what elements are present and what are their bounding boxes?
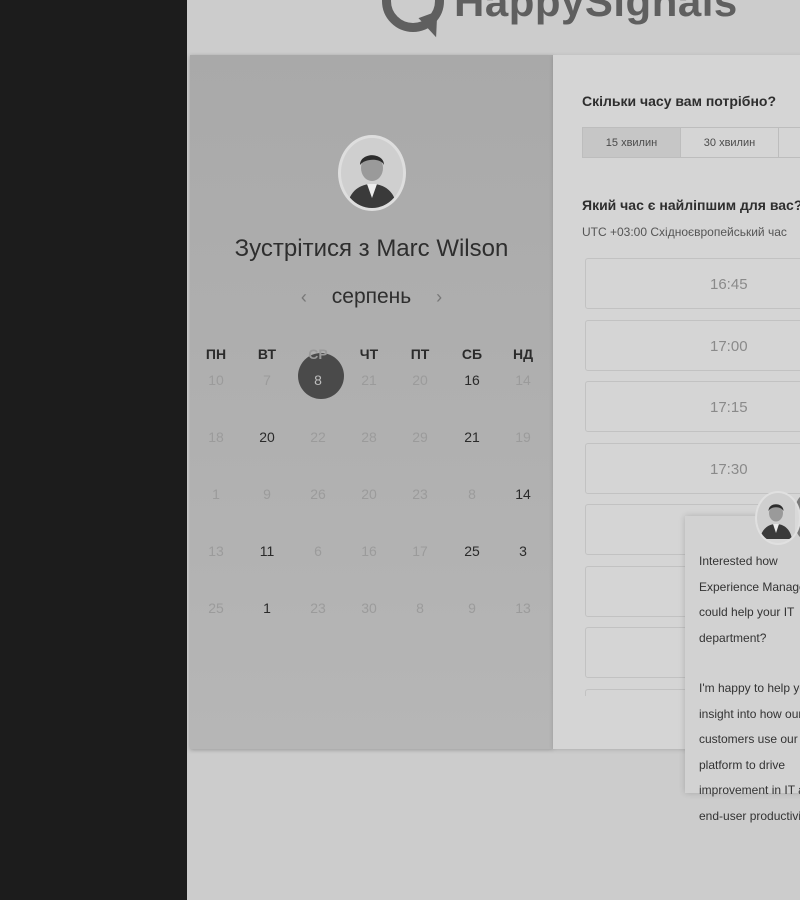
weekday-header: НД xyxy=(512,346,534,362)
calendar-day[interactable]: 25 xyxy=(452,542,492,560)
time-slot-button[interactable]: 16:45 xyxy=(585,258,800,309)
calendar-day: 18 xyxy=(208,429,224,445)
weekday-header: ЧТ xyxy=(359,346,379,362)
calendar-day: 7 xyxy=(263,372,271,388)
meeting-title: Зустрітися з Marc Wilson xyxy=(190,235,553,263)
weekday-header: СБ xyxy=(461,346,483,362)
calendar-day[interactable]: 1 xyxy=(247,599,287,617)
time-slot-label: 17:15 xyxy=(710,399,748,416)
calendar-day: 13 xyxy=(208,543,224,559)
time-slot-button[interactable]: 17:00 xyxy=(585,319,800,371)
host-name: Marc Wilson xyxy=(376,235,509,262)
prev-month-button[interactable]: ‹ xyxy=(290,287,318,308)
calendar-day: 9 xyxy=(263,486,271,502)
calendar-day: 16 xyxy=(361,543,377,559)
time-slot-label: 17:30 xyxy=(710,460,748,478)
time-question: Який час є найліпшим для вас? xyxy=(582,197,800,213)
weekday-header: ВТ xyxy=(257,346,277,362)
calendar-day: 19 xyxy=(515,429,531,445)
weekday-header: ПТ xyxy=(410,346,430,362)
calendar-day: 14 xyxy=(515,372,531,388)
calendar-day: 8 xyxy=(416,600,424,616)
time-slot-label: 17:00 xyxy=(710,337,748,355)
calendar-day[interactable]: 14 xyxy=(503,485,543,503)
calendar-day: 9 xyxy=(468,600,476,616)
calendar-day: 20 xyxy=(412,372,428,388)
calendar-day[interactable]: 21 xyxy=(452,428,492,446)
duration-option[interactable]: 60 хвилин xyxy=(778,127,800,158)
meeting-title-prefix: Зустрітися з xyxy=(234,235,370,262)
calendar-day: 17 xyxy=(412,543,428,559)
time-slot-button[interactable]: 17:15 xyxy=(585,381,800,432)
person-avatar-icon xyxy=(341,138,403,208)
page-area: HappySignals Зустрітися з Marc Wilson ‹ … xyxy=(187,0,800,900)
chat-paragraph: I'm happy to help you gain insight into … xyxy=(699,681,800,823)
duration-option[interactable]: 30 хвилин xyxy=(680,127,779,158)
month-navigation: ‹ серпень › xyxy=(190,285,553,309)
scheduler-left-panel: Зустрітися з Marc Wilson ‹ серпень › 10 7… xyxy=(190,55,553,749)
calendar-day: 26 xyxy=(310,486,326,502)
person-avatar-icon xyxy=(757,493,795,539)
duration-question: Скільки часу вам потрібно? xyxy=(582,93,777,109)
calendar-day[interactable]: 20 xyxy=(247,428,287,446)
next-month-button[interactable]: › xyxy=(425,287,453,308)
calendar-day: 25 xyxy=(208,600,224,616)
timezone-label[interactable]: UTC +03:00 Східноєвропейський час xyxy=(582,225,787,239)
calendar-day: 13 xyxy=(515,600,531,616)
weekday-header: СР xyxy=(308,346,328,362)
time-slot-button[interactable]: 17:30 xyxy=(585,442,800,494)
calendar-day: 23 xyxy=(310,600,326,616)
time-slot-label: 16:45 xyxy=(710,276,748,293)
calendar-day: 29 xyxy=(412,429,428,445)
logo-tail xyxy=(418,11,446,41)
calendar-day: 22 xyxy=(310,429,326,445)
calendar-day: 8 xyxy=(468,486,476,502)
duration-options: 15 хвилин30 хвилин60 хвилин xyxy=(582,127,800,158)
calendar-day-selected[interactable]: 8 xyxy=(298,371,338,389)
calendar-day: 10 xyxy=(208,372,224,388)
calendar-day[interactable]: 16 xyxy=(452,371,492,389)
calendar-day[interactable]: 11 xyxy=(247,542,287,560)
calendar-day: 30 xyxy=(361,600,377,616)
calendar-day: 20 xyxy=(361,486,377,502)
duration-option[interactable]: 15 хвилин xyxy=(582,127,681,158)
chat-message: Interested how Experience Management cou… xyxy=(699,549,800,854)
chat-popup[interactable]: Interested how Experience Management cou… xyxy=(685,516,800,823)
host-avatar xyxy=(338,135,406,211)
chat-paragraph: Interested how Experience Management cou… xyxy=(699,554,800,645)
month-label: серпень xyxy=(331,285,412,308)
calendar-day: 28 xyxy=(361,429,377,445)
calendar-day: 6 xyxy=(314,543,322,559)
weekday-header: ПН xyxy=(205,346,227,362)
calendar-day: 21 xyxy=(361,372,377,388)
calendar-day: 1 xyxy=(212,486,220,502)
calendar-day[interactable]: 3 xyxy=(503,542,543,560)
chat-avatar[interactable] xyxy=(755,491,800,545)
calendar-day: 23 xyxy=(412,486,428,502)
logo-wordmark: HappySignals xyxy=(454,0,738,25)
